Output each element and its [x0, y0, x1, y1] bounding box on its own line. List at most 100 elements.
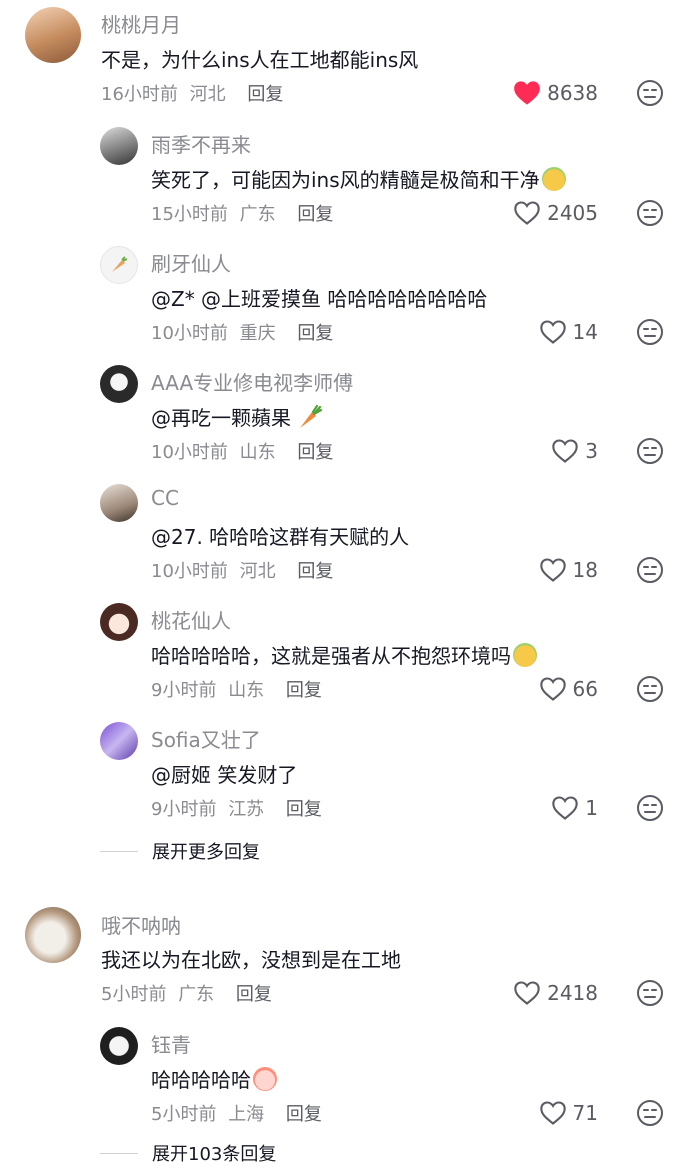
dislike-face-icon[interactable] [636, 79, 664, 107]
avatar[interactable] [100, 246, 138, 284]
dislike-face-icon[interactable] [636, 794, 664, 822]
reply-time: 10小时前 [151, 561, 228, 582]
reply-button[interactable]: 回复 [297, 561, 333, 582]
reply-location: 广东 [239, 204, 276, 225]
heart-outline-icon [539, 1101, 566, 1125]
like-button[interactable]: 14 [539, 319, 598, 345]
like-button[interactable]: 66 [539, 676, 598, 702]
reply-text-content: @再吃一颗蘋果 [151, 406, 291, 430]
heart-outline-icon [539, 320, 566, 344]
reply-meta: 5小时前 上海 回复 [151, 1100, 322, 1126]
reply-author[interactable]: Sofia又壮了 [151, 724, 261, 753]
like-button[interactable]: 2418 [513, 980, 598, 1006]
divider [100, 850, 138, 852]
comment-author[interactable]: 哦不呐呐 [101, 910, 181, 939]
reply-button[interactable]: 回复 [297, 204, 333, 225]
reply-meta: 10小时前 重庆 回复 [151, 319, 333, 345]
heart-outline-icon [552, 796, 578, 820]
laughing-face-emoji [513, 643, 537, 667]
reply-button[interactable]: 回复 [247, 84, 283, 105]
comment-location: 广东 [178, 984, 215, 1005]
like-button[interactable]: 1 [551, 795, 598, 821]
dislike-face-icon[interactable] [636, 556, 664, 584]
like-count: 18 [572, 558, 598, 582]
dislike-face-icon[interactable] [636, 437, 664, 465]
reply-location: 山东 [239, 442, 276, 463]
avatar[interactable] [25, 907, 81, 963]
carrot-emoji [300, 404, 323, 428]
reply-button[interactable]: 回复 [297, 442, 333, 463]
reply-meta: 9小时前 山东 回复 [151, 676, 322, 702]
reply-author[interactable]: CC [151, 486, 179, 510]
heart-outline-icon [514, 981, 540, 1005]
reply-time: 9小时前 [151, 680, 217, 701]
reply-text: @Z* @上班爱摸鱼 哈哈哈哈哈哈哈哈 [151, 287, 488, 311]
reply-text-content: 哈哈哈哈哈 [151, 1068, 251, 1092]
avatar[interactable] [100, 127, 138, 165]
avatar[interactable] [100, 1027, 138, 1065]
avatar[interactable] [100, 603, 138, 641]
heart-outline-icon [552, 439, 578, 463]
reply-text: @厨姬 笑发财了 [151, 763, 298, 787]
reply-text-content: 哈哈哈哈哈，这就是强者从不抱怨环境吗 [151, 644, 511, 668]
reply-author[interactable]: 雨季不再来 [151, 129, 251, 158]
reply-location: 江苏 [228, 799, 265, 820]
reply-author[interactable]: AAA专业修电视李师傅 [151, 367, 353, 396]
like-count: 3 [585, 439, 598, 463]
reply-button[interactable]: 回复 [286, 799, 322, 820]
avatar[interactable] [100, 484, 138, 522]
carrot-emoji [112, 256, 128, 272]
reply-button[interactable]: 回复 [297, 323, 333, 344]
comment-meta: 16小时前 河北 回复 [101, 80, 283, 106]
reply-time: 5小时前 [151, 1104, 217, 1125]
like-button[interactable]: 18 [539, 557, 598, 583]
avatar[interactable] [100, 722, 138, 760]
avatar[interactable] [25, 7, 81, 63]
reply-meta: 9小时前 江苏 回复 [151, 795, 322, 821]
dislike-face-icon[interactable] [636, 675, 664, 703]
reply-button[interactable]: 回复 [236, 984, 272, 1005]
laughing-face-emoji [541, 167, 566, 191]
comment-time: 16小时前 [101, 84, 178, 105]
dislike-face-icon[interactable] [636, 199, 664, 227]
expand-replies-button[interactable]: 展开更多回复 [100, 838, 260, 864]
reply-button[interactable]: 回复 [286, 680, 322, 701]
comment-location: 河北 [189, 84, 226, 105]
crying-laugh-emoji [253, 1067, 277, 1091]
reply-location: 上海 [228, 1104, 265, 1125]
comment-author[interactable]: 桃桃月月 [101, 9, 181, 38]
dislike-face-icon[interactable] [636, 318, 664, 346]
like-count: 2418 [547, 981, 598, 1005]
reply-time: 10小时前 [151, 442, 228, 463]
comment-text: 我还以为在北欧，没想到是在工地 [101, 948, 401, 972]
reply-author[interactable]: 桃花仙人 [151, 605, 231, 634]
reply-author[interactable]: 钰青 [151, 1029, 191, 1058]
reply-location: 重庆 [239, 323, 276, 344]
reply-author[interactable]: 刷牙仙人 [151, 248, 231, 277]
reply-time: 9小时前 [151, 799, 217, 820]
avatar[interactable] [100, 365, 138, 403]
reply-text-content: 笑死了，可能因为ins风的精髓是极简和干净 [151, 168, 540, 192]
like-count: 71 [572, 1101, 598, 1125]
dislike-face-icon[interactable] [636, 1099, 664, 1127]
reply-meta: 10小时前 山东 回复 [151, 438, 333, 464]
like-count: 66 [572, 677, 598, 701]
dislike-face-icon[interactable] [636, 979, 664, 1007]
expand-replies-button[interactable]: 展开103条回复 [100, 1140, 276, 1166]
comment-meta: 5小时前 广东 回复 [101, 980, 272, 1006]
like-button[interactable]: 71 [539, 1100, 598, 1126]
reply-button[interactable]: 回复 [286, 1104, 322, 1125]
like-count: 8638 [547, 81, 598, 105]
comment-time: 5小时前 [101, 984, 167, 1005]
expand-label: 展开更多回复 [152, 842, 260, 863]
reply-meta: 10小时前 河北 回复 [151, 557, 333, 583]
reply-time: 10小时前 [151, 323, 228, 344]
heart-filled-icon [514, 81, 540, 105]
like-count: 2405 [547, 201, 598, 225]
like-count: 1 [585, 796, 598, 820]
like-button[interactable]: 2405 [513, 200, 598, 226]
heart-outline-icon [539, 677, 566, 701]
like-button[interactable]: 3 [551, 438, 598, 464]
expand-label: 展开103条回复 [152, 1144, 277, 1165]
like-button[interactable]: 8638 [513, 80, 598, 106]
